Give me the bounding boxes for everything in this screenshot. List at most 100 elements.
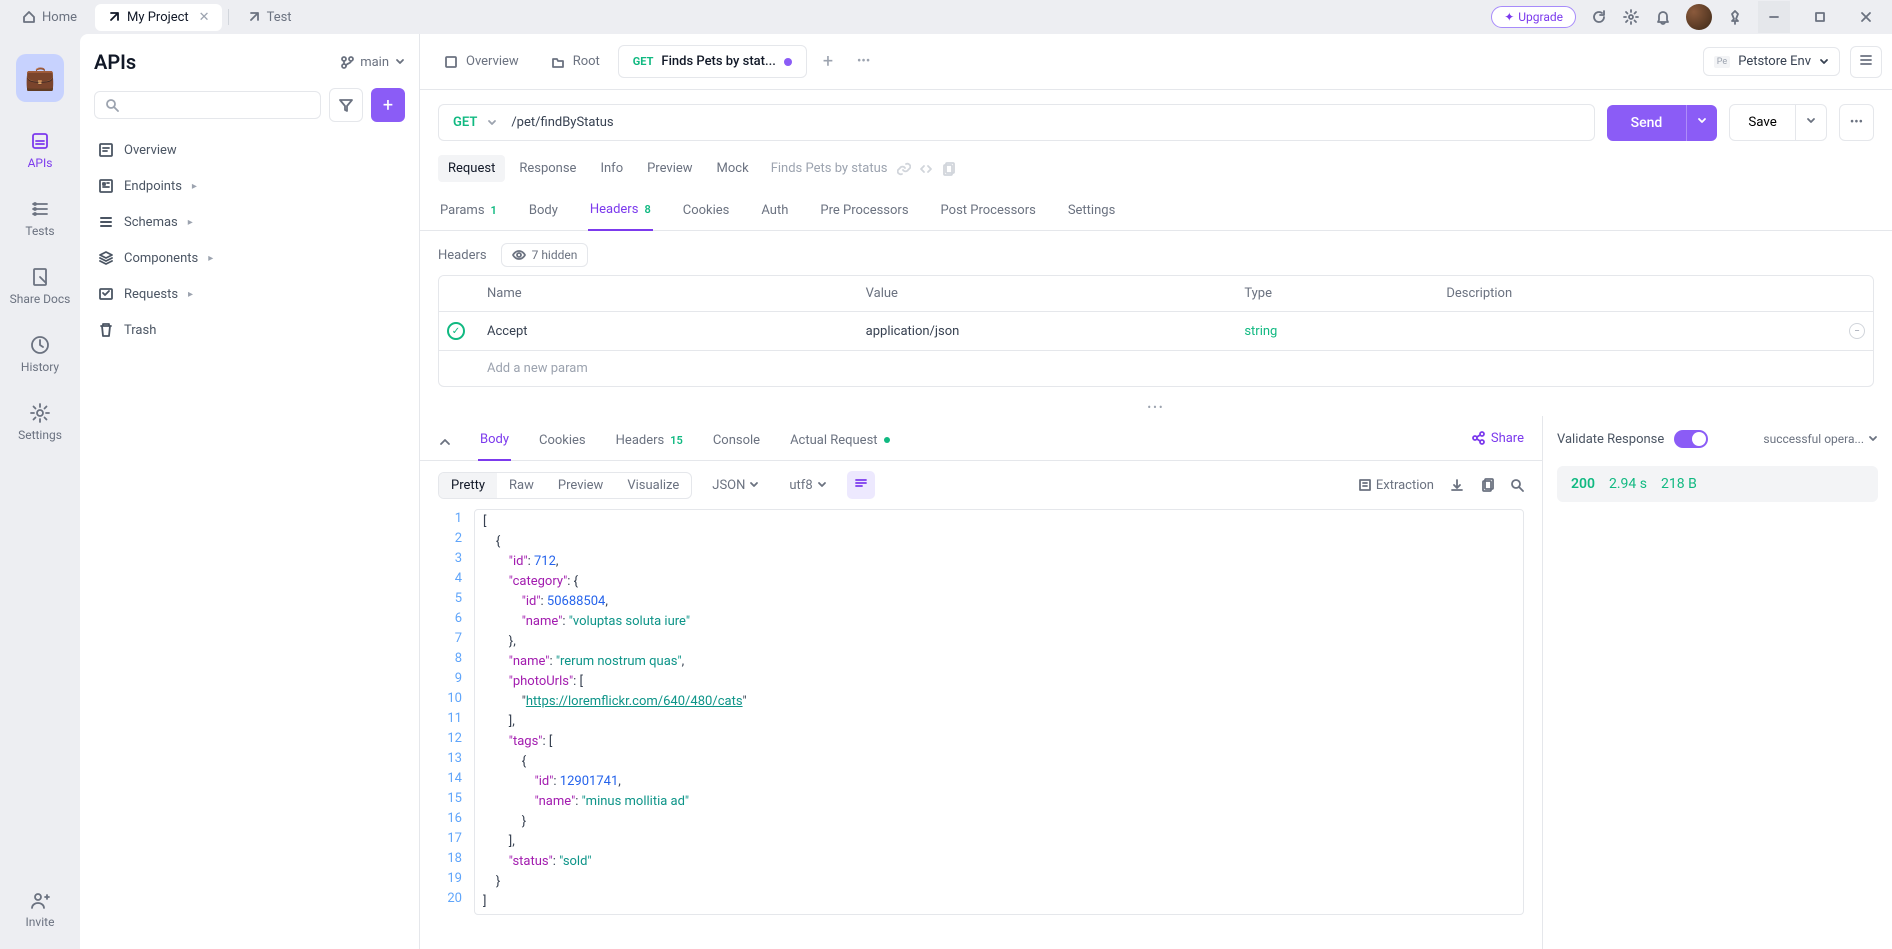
chevron-down-icon[interactable] [438, 435, 452, 449]
chevron-right-icon: ▸ [208, 253, 213, 264]
resp-tab-console[interactable]: Console [711, 425, 762, 460]
hidden-headers-toggle[interactable]: 7 hidden [501, 243, 589, 267]
copy-icon[interactable] [1480, 478, 1494, 492]
pin-icon[interactable] [1726, 8, 1744, 26]
wrap-icon [854, 476, 868, 490]
add-param-row[interactable]: Add a new param [439, 351, 1873, 386]
nav-history[interactable]: History [21, 334, 59, 374]
param-tabs: Params1 Body Headers8 Cookies Auth Pre P… [420, 182, 1892, 231]
method-badge: GET [633, 55, 654, 68]
operation-dropdown[interactable]: successful opera... [1763, 432, 1878, 446]
new-tab-button[interactable]: + [811, 51, 845, 72]
check-icon[interactable]: ✓ [447, 322, 465, 340]
param-tab-cookies[interactable]: Cookies [681, 194, 732, 230]
tree-components[interactable]: Components ▸ [94, 244, 405, 272]
headers-table: Name Value Type Description ✓ Accept app… [438, 275, 1874, 387]
resp-tab-cookies[interactable]: Cookies [537, 425, 588, 460]
nav-share-docs[interactable]: Share Docs [10, 266, 71, 306]
param-tab-body[interactable]: Body [527, 194, 560, 230]
search-input[interactable] [94, 91, 321, 119]
tab-more-button[interactable]: ••• [849, 54, 878, 69]
seg-raw[interactable]: Raw [497, 473, 546, 498]
encoding-dropdown[interactable]: utf8 [779, 473, 836, 498]
tree-trash[interactable]: Trash [94, 316, 405, 344]
close-icon[interactable]: ✕ [199, 10, 210, 25]
validate-toggle[interactable] [1674, 430, 1708, 448]
window-tabs: Home My Project ✕ Test [10, 4, 1491, 31]
share-button[interactable]: Share [1471, 431, 1524, 454]
api-icon [29, 130, 51, 152]
url-input[interactable]: /pet/findByStatus [499, 104, 1594, 141]
subtab-preview[interactable]: Preview [637, 155, 702, 182]
response-body[interactable]: 1 2 3 4 5 6 7 8 9 10 11 12 13 14 15 16 1… [420, 509, 1542, 933]
sidebar-tree: Overview Endpoints ▸ Schemas ▸ Component… [94, 136, 405, 344]
send-button[interactable]: Send [1607, 105, 1687, 141]
tree-endpoints[interactable]: Endpoints ▸ [94, 172, 405, 200]
window-tab-test[interactable]: Test [235, 4, 304, 31]
folder-icon [551, 55, 565, 69]
nav-tests[interactable]: Tests [25, 198, 54, 238]
header-row[interactable]: ✓ Accept application/json string − [439, 312, 1873, 351]
wrap-toggle[interactable] [847, 471, 875, 499]
download-icon[interactable] [1450, 478, 1464, 492]
send-dropdown[interactable] [1686, 105, 1717, 141]
title-bar: Home My Project ✕ Test ✦Upgrade [0, 0, 1892, 34]
window-maximize[interactable] [1804, 1, 1836, 33]
code-icon[interactable] [919, 162, 933, 176]
nav-apis[interactable]: APIs [28, 130, 53, 170]
param-tab-params[interactable]: Params1 [438, 194, 499, 230]
request-more[interactable]: ••• [1839, 104, 1874, 141]
filter-button[interactable] [329, 88, 363, 122]
tree-overview[interactable]: Overview [94, 136, 405, 164]
resp-tab-headers[interactable]: Headers15 [614, 425, 685, 460]
panel-toggle[interactable] [1850, 46, 1882, 78]
param-tab-auth[interactable]: Auth [759, 194, 790, 230]
seg-pretty[interactable]: Pretty [439, 473, 497, 498]
format-dropdown[interactable]: JSON [702, 473, 769, 498]
copy-icon[interactable] [941, 162, 955, 176]
search-icon[interactable] [1510, 478, 1524, 492]
doc-tab-overview[interactable]: Overview [430, 46, 533, 77]
window-close[interactable] [1850, 1, 1882, 33]
window-tab-home[interactable]: Home [10, 4, 89, 31]
avatar[interactable] [1686, 4, 1712, 30]
extraction-button[interactable]: Extraction [1358, 478, 1434, 493]
nav-settings[interactable]: Settings [18, 402, 62, 442]
chevron-down-icon [1819, 57, 1829, 67]
invite-icon [29, 889, 51, 911]
param-tab-headers[interactable]: Headers8 [588, 194, 653, 231]
save-button[interactable]: Save [1729, 104, 1796, 141]
resp-tab-body[interactable]: Body [478, 424, 511, 461]
workspace-logo[interactable]: 💼 [16, 54, 64, 102]
seg-visualize[interactable]: Visualize [615, 473, 691, 498]
upgrade-button[interactable]: ✦Upgrade [1491, 6, 1576, 28]
bell-icon[interactable] [1654, 8, 1672, 26]
param-tab-pre[interactable]: Pre Processors [818, 194, 910, 230]
add-button[interactable]: + [371, 88, 405, 122]
doc-tab-endpoint[interactable]: GET Finds Pets by stat... [618, 45, 807, 78]
chevron-right-icon: ▸ [188, 289, 193, 300]
tree-requests[interactable]: Requests ▸ [94, 280, 405, 308]
gear-icon[interactable] [1622, 8, 1640, 26]
seg-preview[interactable]: Preview [546, 473, 615, 498]
subtab-info[interactable]: Info [590, 155, 633, 182]
branch-selector[interactable]: main [340, 55, 405, 70]
remove-icon[interactable]: − [1849, 323, 1865, 339]
env-selector[interactable]: Pe Petstore Env [1703, 47, 1840, 76]
settings-icon [29, 402, 51, 424]
param-tab-settings[interactable]: Settings [1066, 194, 1117, 230]
window-minimize[interactable] [1758, 1, 1790, 33]
nav-invite[interactable]: Invite [26, 889, 55, 929]
doc-tab-root[interactable]: Root [537, 46, 614, 77]
param-tab-post[interactable]: Post Processors [939, 194, 1038, 230]
subtab-mock[interactable]: Mock [707, 155, 759, 182]
save-dropdown[interactable] [1796, 104, 1827, 141]
subtab-response[interactable]: Response [509, 155, 586, 182]
horizontal-splitter[interactable]: ••• [420, 399, 1892, 416]
tree-schemas[interactable]: Schemas ▸ [94, 208, 405, 236]
window-tab-project[interactable]: My Project ✕ [95, 4, 222, 31]
resp-tab-actual[interactable]: Actual Request [788, 425, 891, 460]
subtab-request[interactable]: Request [438, 155, 505, 182]
refresh-icon[interactable] [1590, 8, 1608, 26]
link-icon[interactable] [897, 162, 911, 176]
